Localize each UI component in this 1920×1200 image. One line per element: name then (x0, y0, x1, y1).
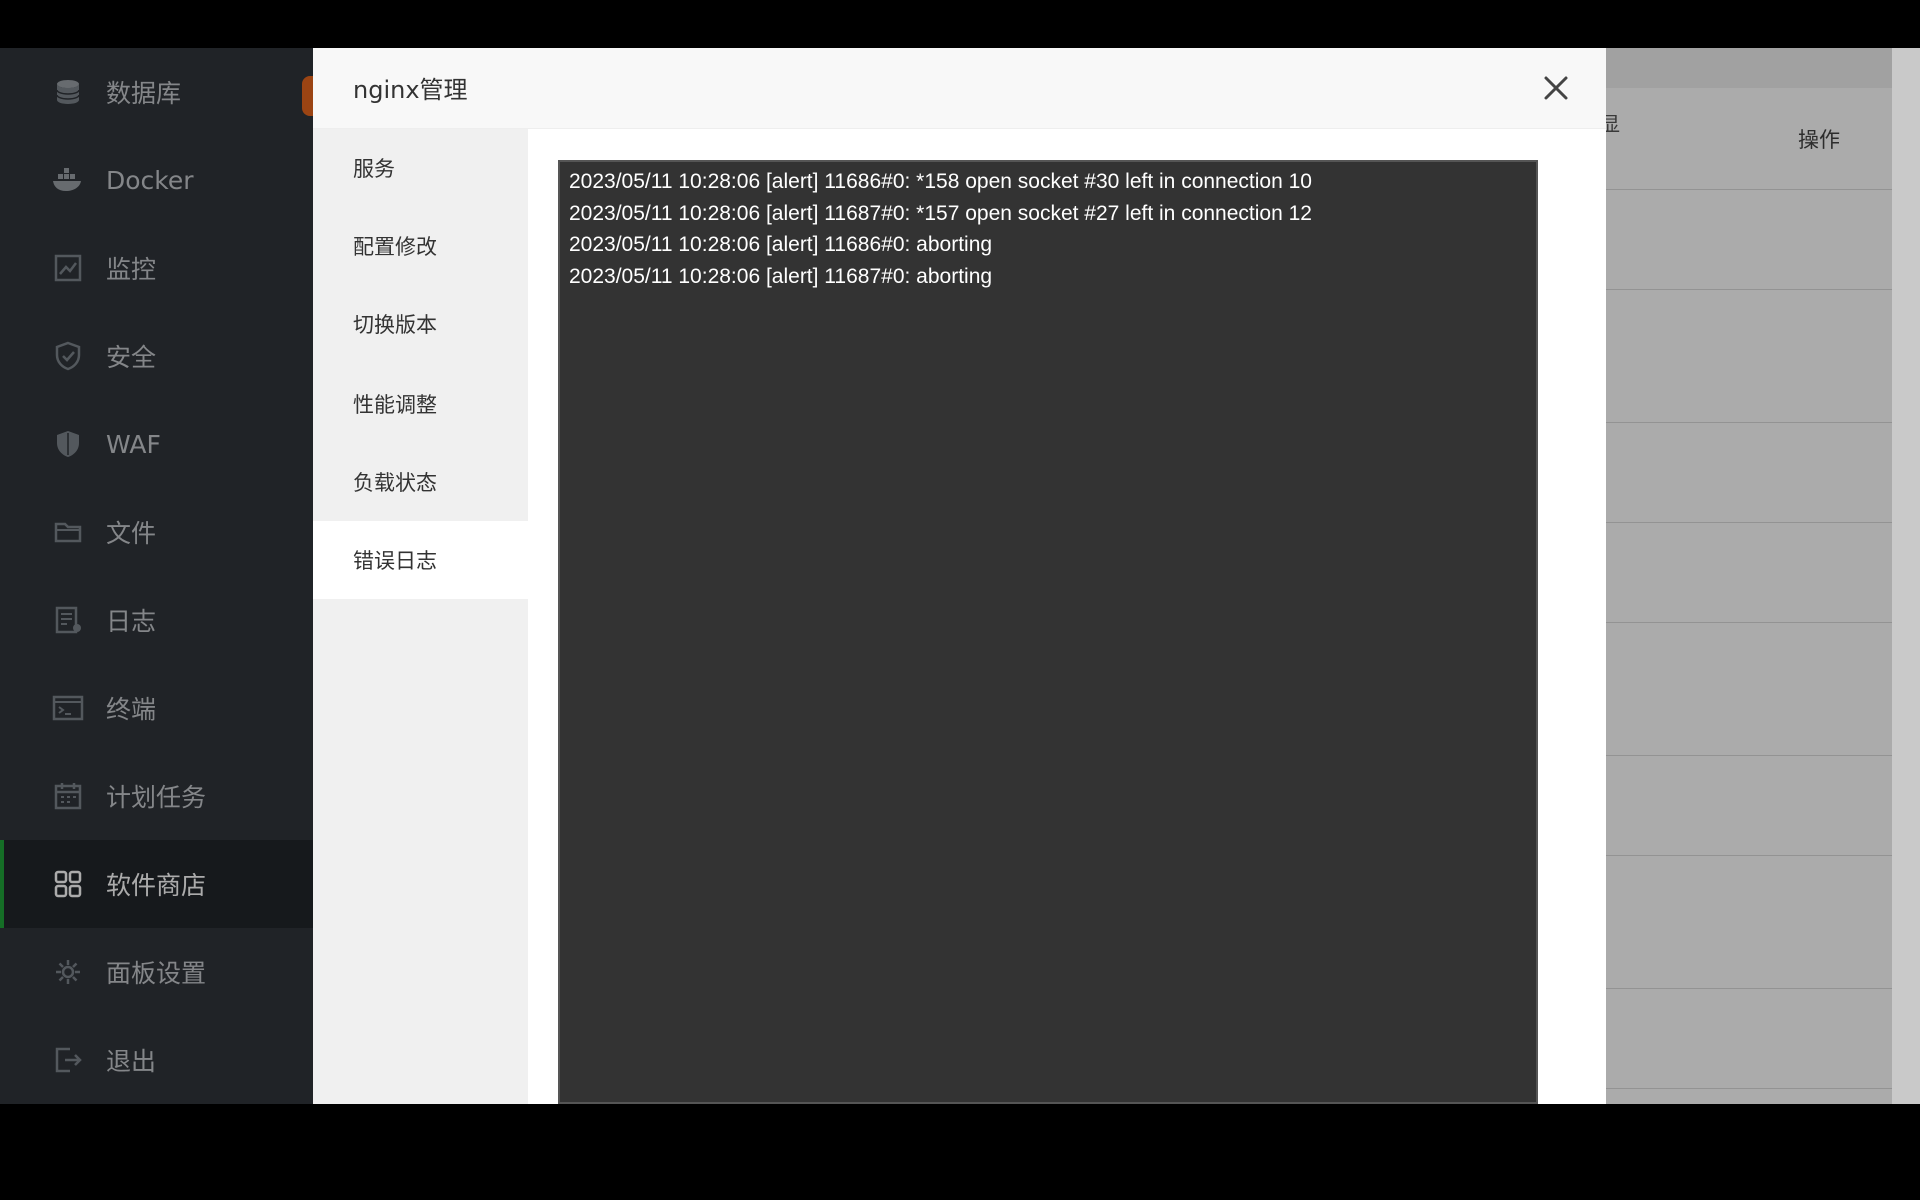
dialog-nav: 服务 配置修改 切换版本 性能调整 负载状态 错误日志 (313, 129, 528, 1104)
dialog-title: nginx管理 (353, 76, 468, 104)
tab-service[interactable]: 服务 (313, 129, 528, 207)
bottom-black-bar (0, 1104, 1920, 1200)
tab-switch-version[interactable]: 切换版本 (313, 285, 528, 363)
log-line: 2023/05/11 10:28:06 [alert] 11686#0: *15… (569, 170, 1312, 193)
tab-performance[interactable]: 性能调整 (313, 365, 528, 443)
nginx-manager-dialog: nginx管理 服务 配置修改 切换版本 性能调整 负载状态 错误日志 2023… (313, 48, 1606, 1104)
log-line: 2023/05/11 10:28:06 [alert] 11686#0: abo… (569, 233, 993, 256)
tab-config-edit[interactable]: 配置修改 (313, 207, 528, 285)
log-line: 2023/05/11 10:28:06 [alert] 11687#0: abo… (569, 264, 993, 288)
dialog-header: nginx管理 (313, 48, 1606, 129)
log-line: 2023/05/11 10:28:06 [alert] 11687#0: *15… (569, 201, 1312, 225)
close-icon[interactable] (1538, 70, 1574, 106)
screen: 数据库 Docker 监控 安全 WAF 文件 日志 终端 计划任务 软件商店 … (0, 48, 1920, 1104)
tab-load-status[interactable]: 负载状态 (313, 443, 528, 521)
error-log-textarea[interactable]: 2023/05/11 10:28:06 [alert] 11686#0: *15… (558, 160, 1538, 1104)
tab-error-log[interactable]: 错误日志 (313, 521, 528, 599)
page-scrollbar[interactable] (1892, 48, 1920, 1104)
